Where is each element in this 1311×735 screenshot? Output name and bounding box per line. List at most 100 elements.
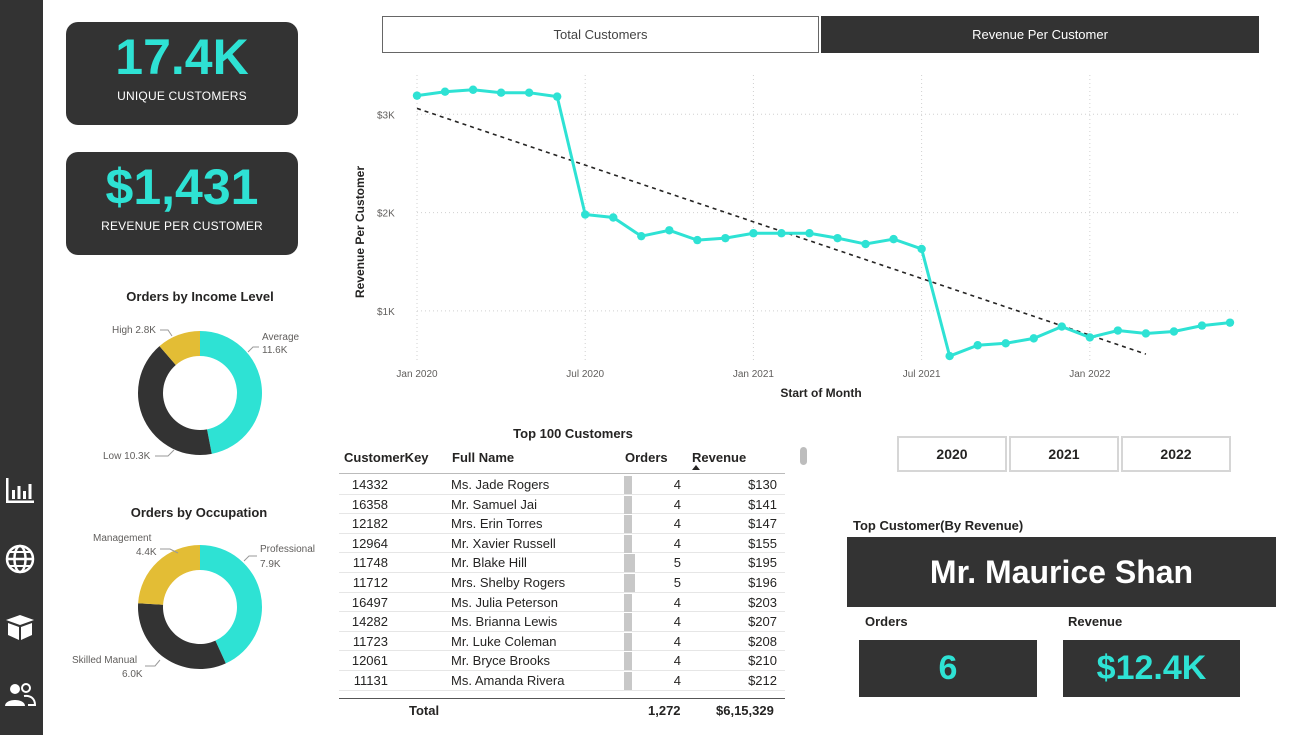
- table-row[interactable]: 12182 Mrs. Erin Torres 4 $147: [339, 514, 785, 534]
- occupation-chart-title: Orders by Occupation: [130, 505, 268, 520]
- data-point[interactable]: [440, 87, 450, 96]
- data-point[interactable]: [609, 213, 618, 222]
- income-label-high: High 2.8K: [112, 325, 156, 336]
- cell-orders: 4: [673, 653, 681, 669]
- data-point[interactable]: [524, 88, 534, 97]
- header-orders[interactable]: Orders: [625, 450, 668, 465]
- data-point[interactable]: [412, 91, 422, 100]
- y-tick-label: $2K: [377, 209, 395, 220]
- cell-customerkey: 16358: [351, 496, 388, 512]
- y-axis-title: Revenue Per Customer: [353, 166, 367, 298]
- data-point[interactable]: [552, 92, 562, 101]
- data-point[interactable]: [889, 234, 898, 244]
- income-slice-average[interactable]: [200, 331, 262, 454]
- data-point[interactable]: [1057, 322, 1066, 331]
- y-tick-label: $3K: [377, 110, 395, 121]
- dashboard: 17.4K UNIQUE CUSTOMERS $1,431 REVENUE PE…: [0, 0, 1311, 735]
- data-point[interactable]: [1169, 327, 1179, 336]
- table-row[interactable]: 12061 Mr. Bryce Brooks 4 $210: [339, 651, 785, 671]
- data-point[interactable]: [1085, 333, 1095, 342]
- unique-customers-label: UNIQUE CUSTOMERS: [117, 89, 247, 103]
- data-point[interactable]: [833, 233, 842, 243]
- data-point[interactable]: [861, 239, 870, 249]
- cell-full-name: Mr. Bryce Brooks: [451, 653, 550, 669]
- income-label-low-name: Low: [103, 451, 122, 462]
- table-row[interactable]: 14332 Ms. Jade Rogers 4 $130: [339, 475, 785, 495]
- table-row[interactable]: 16358 Mr. Samuel Jai 4 $141: [339, 495, 785, 515]
- data-point[interactable]: [1141, 329, 1151, 338]
- tab-total-customers[interactable]: Total Customers: [382, 16, 819, 53]
- orders-databar: [624, 652, 632, 671]
- y-tick-label: $1K: [377, 307, 395, 318]
- table-row-clipped: [339, 691, 785, 698]
- top-customer-revenue-value: $12.4K: [1063, 640, 1240, 697]
- total-label: Total: [409, 703, 440, 718]
- data-point[interactable]: [468, 85, 478, 94]
- table-row[interactable]: 16497 Ms. Julia Peterson 4 $203: [339, 593, 785, 613]
- data-point[interactable]: [693, 235, 702, 245]
- data-point[interactable]: [973, 341, 982, 350]
- table-title: Top 100 Customers: [513, 426, 633, 441]
- year-2020-button[interactable]: 2020: [897, 436, 1007, 472]
- cell-customerkey: 12182: [351, 516, 388, 532]
- occ-label-skilled-value: 6.0K: [122, 669, 143, 680]
- cell-revenue: $130: [748, 477, 777, 492]
- table-row[interactable]: 11748 Mr. Blake Hill 5 $195: [339, 553, 785, 573]
- users-icon[interactable]: [2, 678, 38, 712]
- table-row[interactable]: 11723 Mr. Luke Coleman 4 $208: [339, 632, 785, 652]
- top-customer-orders-label: Orders: [865, 614, 908, 629]
- x-tick-label: Jan 2022: [1069, 369, 1111, 380]
- left-nav: [0, 0, 43, 735]
- year-2021-button[interactable]: 2021: [1009, 436, 1119, 472]
- cell-full-name: Ms. Amanda Rivera: [451, 672, 565, 688]
- cell-full-name: Mrs. Erin Torres: [451, 516, 543, 532]
- unique-customers-value: 17.4K: [115, 29, 249, 85]
- table-body: 14332 Ms. Jade Rogers 4 $130 16358 Mr. Samuel…: [339, 475, 785, 698]
- cell-orders: 4: [673, 672, 681, 688]
- table-row[interactable]: 12964 Mr. Xavier Russell 4 $155: [339, 534, 785, 554]
- header-revenue[interactable]: Revenue: [692, 450, 746, 465]
- data-point[interactable]: [805, 229, 814, 238]
- table-row[interactable]: 14282 Ms. Brianna Lewis 4 $207: [339, 612, 785, 632]
- cell-revenue: $212: [748, 672, 777, 688]
- data-point[interactable]: [1113, 326, 1123, 335]
- data-point[interactable]: [637, 231, 646, 241]
- orders-databar: [624, 613, 632, 632]
- top-customer-orders-value: 6: [859, 640, 1037, 697]
- data-point[interactable]: [581, 210, 590, 219]
- table-row[interactable]: 11131 Ms. Amanda Rivera 4 $212: [339, 671, 785, 691]
- data-point[interactable]: [496, 88, 506, 97]
- data-point[interactable]: [665, 226, 674, 235]
- header-full-name[interactable]: Full Name: [452, 450, 514, 465]
- cell-orders: 4: [673, 614, 681, 630]
- box-icon[interactable]: [2, 610, 38, 644]
- data-point[interactable]: [777, 229, 786, 238]
- data-point[interactable]: [1001, 339, 1010, 348]
- data-point[interactable]: [945, 351, 954, 361]
- data-point[interactable]: [721, 233, 730, 243]
- header-customerkey[interactable]: CustomerKey: [344, 450, 429, 465]
- top-customer-revenue-label: Revenue: [1068, 614, 1123, 629]
- tab-revenue-per-customer[interactable]: Revenue Per Customer: [821, 16, 1259, 53]
- occupation-slice-skilled-manual[interactable]: [138, 603, 226, 669]
- data-point[interactable]: [749, 229, 758, 238]
- data-point[interactable]: [1225, 318, 1235, 327]
- cell-revenue: $203: [748, 594, 777, 610]
- year-2022-button[interactable]: 2022: [1121, 436, 1231, 472]
- orders-databar: [624, 515, 632, 534]
- income-donut-chart: Average 11.6K High 2.8K Low 10.3K: [103, 325, 300, 462]
- orders-databar: [624, 632, 632, 651]
- income-label-average-name: Average: [262, 332, 300, 343]
- data-point[interactable]: [1029, 334, 1038, 343]
- cell-orders: 5: [673, 574, 681, 590]
- cell-revenue: $196: [748, 574, 777, 590]
- data-point[interactable]: [1197, 321, 1207, 330]
- cell-customerkey: 11712: [352, 574, 388, 590]
- globe-icon[interactable]: [2, 542, 38, 576]
- cell-full-name: Mr. Samuel Jai: [451, 496, 537, 512]
- table-scrollbar[interactable]: [800, 447, 807, 465]
- cell-customerkey: 11131: [353, 672, 388, 688]
- data-point[interactable]: [917, 244, 926, 254]
- table-row[interactable]: 11712 Mrs. Shelby Rogers 5 $196: [339, 573, 785, 593]
- bar-chart-icon[interactable]: [2, 474, 38, 508]
